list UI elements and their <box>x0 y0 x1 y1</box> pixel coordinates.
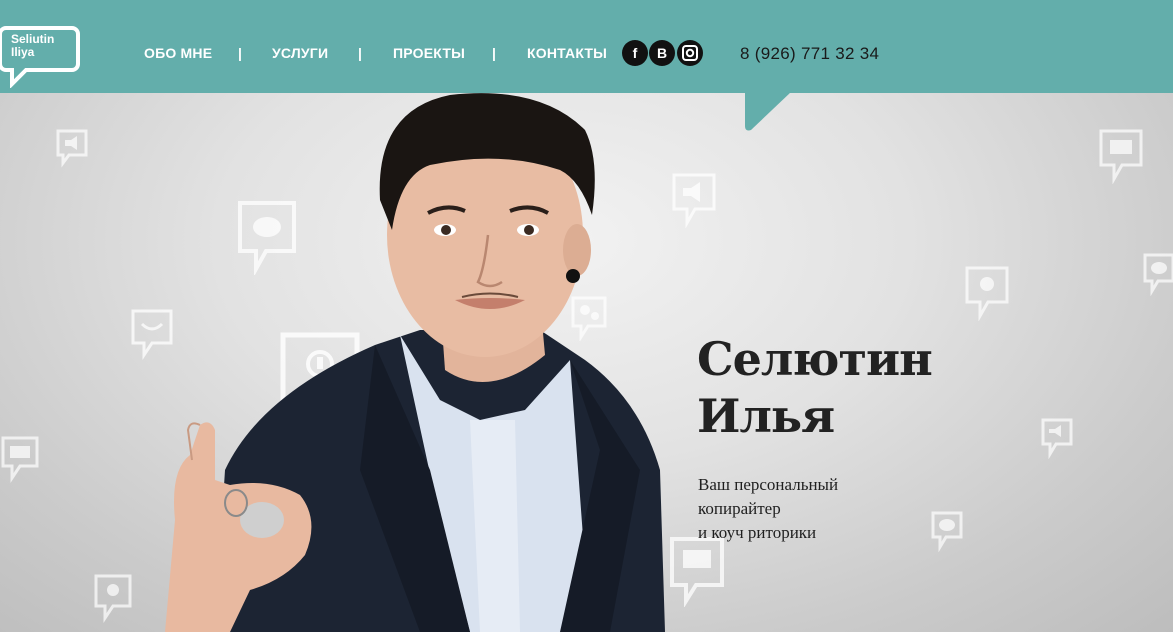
nav-separator: | <box>238 45 242 61</box>
facebook-icon[interactable]: f <box>622 40 648 66</box>
nav-item-contacts[interactable]: КОНТАКТЫ <box>527 45 607 61</box>
hero-name-line1: Селютин <box>697 332 933 386</box>
tagline-line1: Ваш персональный <box>698 475 839 494</box>
portrait-photo <box>165 93 665 632</box>
instagram-icon[interactable] <box>677 40 703 66</box>
nav-item-services[interactable]: УСЛУГИ <box>272 45 328 61</box>
hero-section <box>0 0 1173 632</box>
phone-number[interactable]: 8 (926) 771 32 34 <box>740 44 879 64</box>
logo-line2: Iliya <box>11 45 35 59</box>
nav-separator: | <box>358 45 362 61</box>
hero-tagline: Ваш персональный копирайтер и коуч ритор… <box>698 473 918 545</box>
nav-item-about[interactable]: ОБО МНЕ <box>144 45 212 61</box>
nav-item-projects[interactable]: ПРОЕКТЫ <box>393 45 465 61</box>
tagline-line3: и коуч риторики <box>698 523 817 542</box>
hero-name-line2: Илья <box>697 389 835 443</box>
nav-separator: | <box>492 45 496 61</box>
logo-text[interactable]: Seliutin Iliya <box>11 33 75 59</box>
vk-icon[interactable]: B <box>649 40 675 66</box>
instagram-glyph <box>682 45 698 61</box>
hero-name: Селютин Илья <box>697 331 997 445</box>
header-speech-tail <box>745 92 791 131</box>
site-header: Seliutin Iliya ОБО МНЕ | УСЛУГИ | ПРОЕКТ… <box>0 0 1173 93</box>
tagline-line2: копирайтер <box>698 499 781 518</box>
